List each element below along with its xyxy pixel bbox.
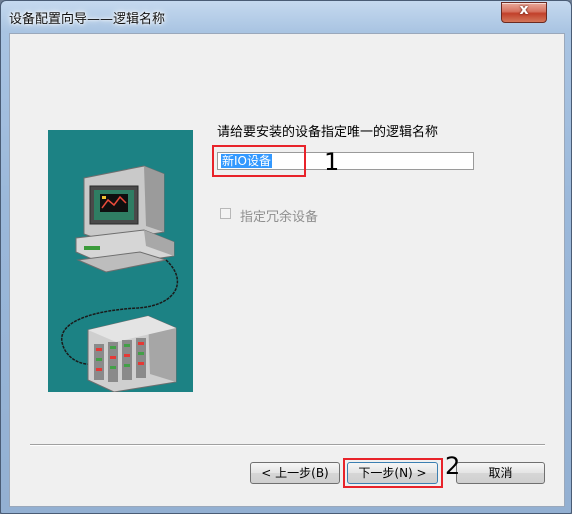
callout-box-1 [212, 145, 306, 177]
back-button[interactable]: < 上一步(B) [250, 462, 340, 484]
wizard-illustration [48, 130, 193, 393]
redundant-device-label: 指定冗余设备 [240, 210, 319, 225]
device-rack-icon [87, 315, 177, 393]
callout-box-2 [343, 458, 443, 488]
redundant-device-checkbox [220, 208, 231, 219]
dialog-window: 设备配置向导——逻辑名称 x 请给要安装的设备指定唯一的逻辑名称 新IO设备 1… [0, 0, 572, 514]
close-button[interactable]: x [501, 2, 547, 23]
callout-number-1: 1 [324, 148, 340, 176]
title-bar[interactable]: 设备配置向导——逻辑名称 x [1, 1, 571, 33]
close-icon: x [519, 2, 529, 18]
logical-name-prompt: 请给要安装的设备指定唯一的逻辑名称 [217, 125, 439, 140]
button-divider [30, 444, 545, 446]
callout-number-2: 2 [445, 452, 461, 480]
dialog-content: 请给要安装的设备指定唯一的逻辑名称 新IO设备 1 指定冗余设备 < 上一步(B… [9, 33, 565, 507]
cancel-button[interactable]: 取消 [456, 462, 545, 484]
window-title: 设备配置向导——逻辑名称 [9, 12, 166, 27]
computer-icon [75, 165, 175, 273]
